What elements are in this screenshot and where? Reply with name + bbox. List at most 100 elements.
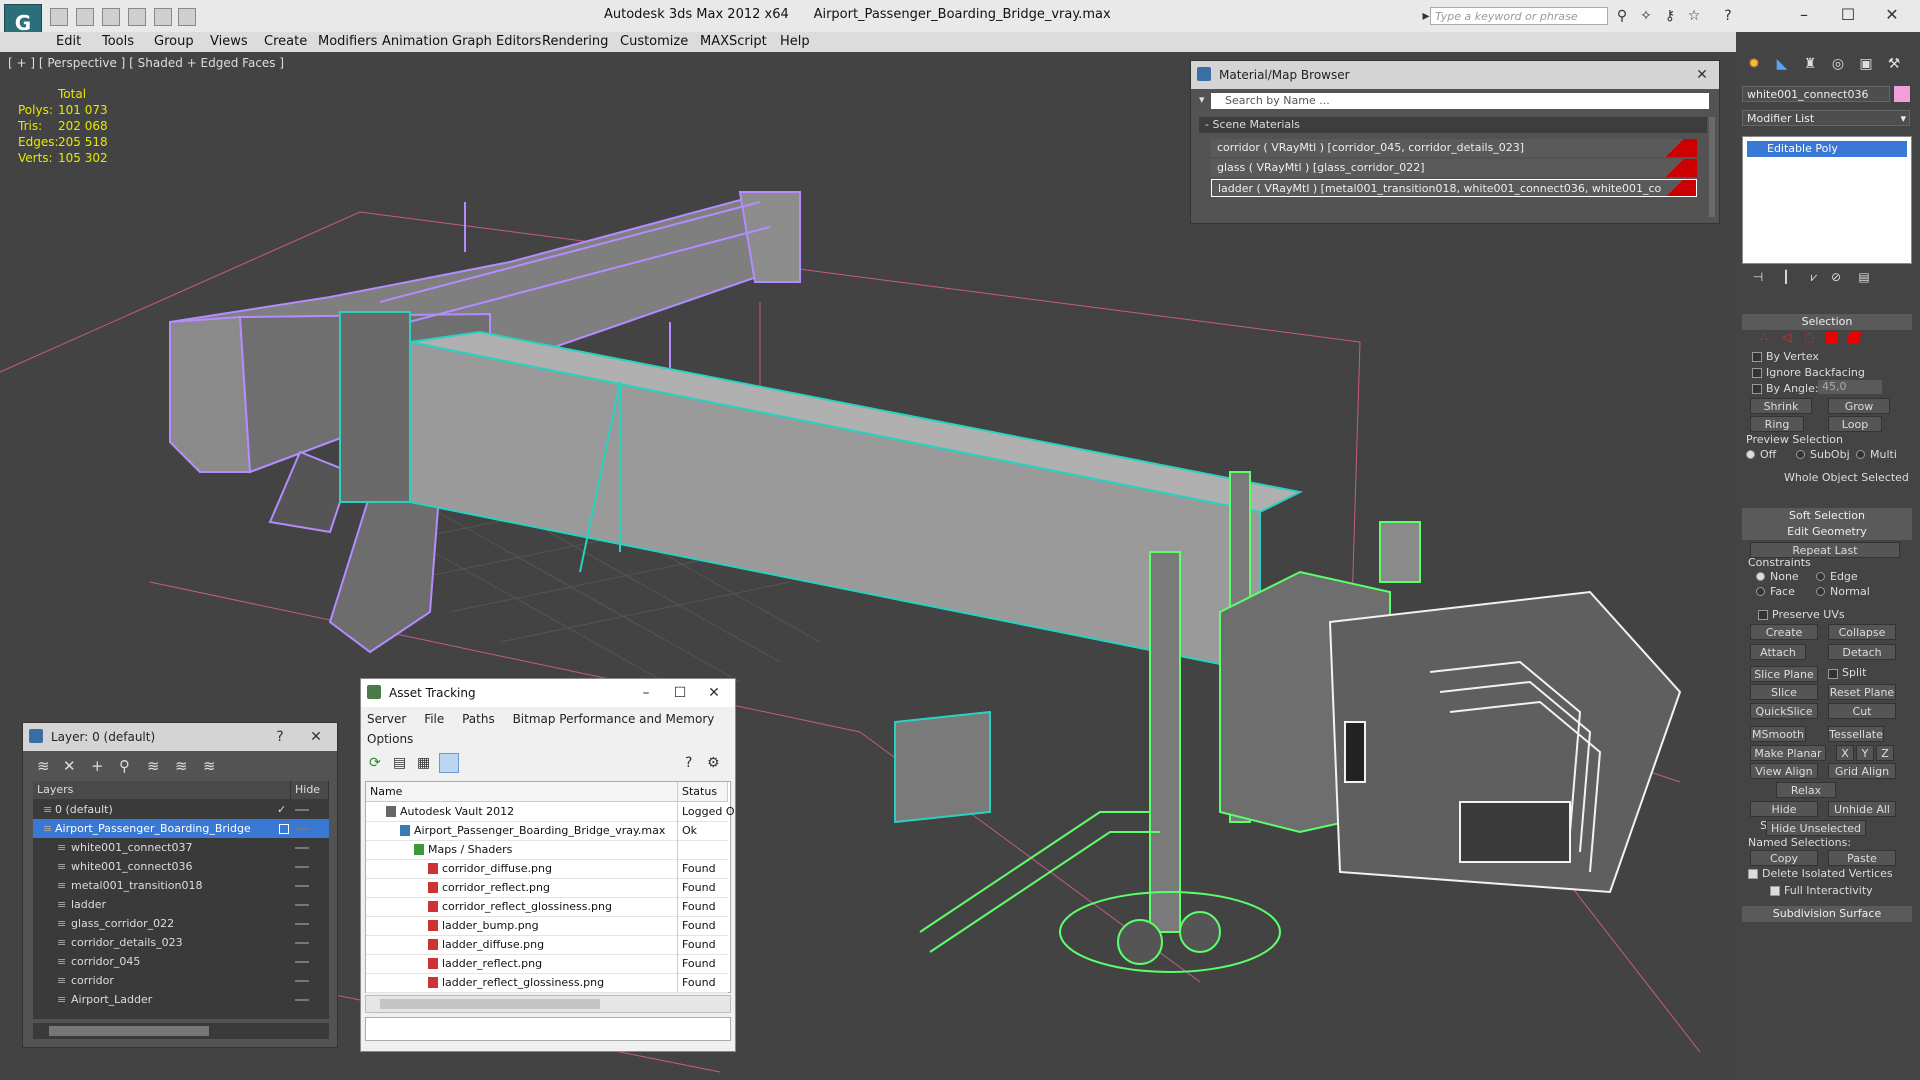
planar-x-button[interactable]: X xyxy=(1836,745,1854,761)
grow-button[interactable]: Grow xyxy=(1828,398,1890,414)
asset-horizontal-scrollbar[interactable] xyxy=(365,995,731,1013)
asset-row[interactable]: ladder_reflect_glossiness.png Found xyxy=(366,973,728,993)
save-file-icon[interactable] xyxy=(76,8,94,26)
delete-isolated-checkbox[interactable] xyxy=(1748,869,1758,879)
menu-group[interactable]: Group xyxy=(154,34,194,49)
element-mode-icon[interactable] xyxy=(1846,332,1862,344)
add-to-layer-icon[interactable]: + xyxy=(91,757,104,775)
hide-toggle[interactable] xyxy=(295,809,309,811)
make-unique-icon[interactable]: ⩗ xyxy=(1802,270,1826,290)
create-tab-icon[interactable]: ✹ xyxy=(1742,56,1766,76)
asset-tracking-titlebar[interactable]: Asset Tracking – ☐ ✕ xyxy=(361,679,735,707)
new-file-icon[interactable] xyxy=(102,8,120,26)
menu-animation[interactable]: Animation xyxy=(382,34,448,49)
by-angle-spinner[interactable]: 45,0 xyxy=(1818,380,1882,394)
layer-row[interactable]: ≡ glass_corridor_022 xyxy=(33,914,329,933)
soft-selection-rollout[interactable]: Soft Selection xyxy=(1742,508,1912,524)
undo-icon[interactable] xyxy=(128,8,146,26)
hide-toggle[interactable] xyxy=(295,942,309,944)
hide-selected-button[interactable]: Hide Selected xyxy=(1750,801,1818,832)
material-browser-titlebar[interactable]: Material/Map Browser ✕ xyxy=(1191,61,1719,89)
menu-maxscript[interactable]: MAXScript xyxy=(700,34,767,49)
hide-toggle[interactable] xyxy=(295,885,309,887)
make-planar-button[interactable]: Make Planar xyxy=(1750,745,1826,761)
polygon-mode-icon[interactable] xyxy=(1826,332,1838,344)
freeze-all-icon[interactable]: ≋ xyxy=(203,757,216,775)
collapse-button[interactable]: Collapse xyxy=(1828,624,1896,640)
layer-row[interactable]: ≡ ladder xyxy=(33,895,329,914)
asset-row[interactable]: Airport_Passenger_Boarding_Bridge_vray.m… xyxy=(366,821,728,841)
shrink-button[interactable]: Shrink xyxy=(1750,398,1812,414)
display-tab-icon[interactable]: ▣ xyxy=(1854,56,1878,76)
vertex-mode-icon[interactable]: ∴ xyxy=(1760,330,1768,344)
motion-tab-icon[interactable]: ◎ xyxy=(1826,56,1850,76)
modifier-list-dropdown[interactable]: Modifier List ▾ xyxy=(1742,110,1910,126)
loop-button[interactable]: Loop xyxy=(1828,416,1882,432)
communication-center-icon[interactable]: ✧ xyxy=(1638,8,1654,24)
minimize-button[interactable]: – xyxy=(631,679,661,707)
asset-row[interactable]: ladder_reflect.png Found xyxy=(366,954,728,974)
menu-customize[interactable]: Customize xyxy=(620,34,688,49)
paste-button[interactable]: Paste xyxy=(1828,850,1896,866)
cut-button[interactable]: Cut xyxy=(1828,703,1896,719)
menu-rendering[interactable]: Rendering xyxy=(542,34,608,49)
highlight-layer-icon[interactable]: ≋ xyxy=(147,757,160,775)
by-angle-checkbox[interactable] xyxy=(1752,384,1762,394)
constraint-face-radio[interactable] xyxy=(1756,587,1765,596)
menu-create[interactable]: Create xyxy=(264,34,307,49)
material-search-input[interactable]: Search by Name ... xyxy=(1211,93,1709,109)
utilities-tab-icon[interactable]: ⚒ xyxy=(1882,56,1906,76)
favorites-star-icon[interactable]: ☆ xyxy=(1686,8,1702,24)
hide-unselected-button[interactable]: Hide Unselected xyxy=(1766,820,1866,836)
object-color-swatch[interactable] xyxy=(1894,86,1910,102)
asset-row[interactable]: corridor_reflect.png Found xyxy=(366,878,728,898)
ring-button[interactable]: Ring xyxy=(1750,416,1804,432)
status-column-header[interactable]: Status xyxy=(678,782,728,802)
asset-row[interactable]: corridor_diffuse.png Found xyxy=(366,859,728,879)
layer-window-titlebar[interactable]: Layer: 0 (default) ? ✕ xyxy=(23,723,337,751)
refresh-icon[interactable]: ⟳ xyxy=(369,755,381,771)
material-item[interactable]: corridor ( VRayMtl ) [corridor_045, corr… xyxy=(1211,139,1697,157)
hide-toggle[interactable] xyxy=(295,847,309,849)
project-folder-icon[interactable] xyxy=(178,8,196,26)
viewport-label[interactable]: [ + ] [ Perspective ] [ Shaded + Edged F… xyxy=(8,56,284,70)
border-mode-icon[interactable]: ◌ xyxy=(1804,330,1814,344)
hide-all-icon[interactable]: ≋ xyxy=(175,757,188,775)
keyword-search-input[interactable]: Type a keyword or phrase xyxy=(1430,7,1608,25)
help-button[interactable]: ? xyxy=(265,723,295,751)
msmooth-button[interactable]: MSmooth xyxy=(1750,726,1806,742)
constraint-normal-radio[interactable] xyxy=(1816,587,1825,596)
edit-geometry-rollout[interactable]: Edit Geometry xyxy=(1742,524,1912,540)
modifier-stack[interactable]: Editable Poly xyxy=(1742,136,1912,264)
menu-modifiers[interactable]: Modifiers xyxy=(318,34,377,49)
asset-table[interactable]: Name Status Autodesk Vault 2012 Logged OA… xyxy=(365,781,735,993)
subdivision-surface-rollout[interactable]: Subdivision Surface xyxy=(1742,906,1912,922)
layer-row[interactable]: ≡ corridor_045 xyxy=(33,952,329,971)
open-file-icon[interactable] xyxy=(50,8,68,26)
grid-align-button[interactable]: Grid Align xyxy=(1828,763,1896,779)
asset-row[interactable]: corridor_reflect_glossiness.png Found xyxy=(366,897,728,917)
attach-button[interactable]: Attach xyxy=(1750,644,1806,660)
layer-horizontal-scrollbar[interactable] xyxy=(33,1023,329,1039)
menu-paths[interactable]: Paths xyxy=(462,712,495,726)
object-name-field[interactable]: white001_connect036 xyxy=(1742,86,1890,102)
table-view-icon[interactable] xyxy=(439,753,459,773)
scroll-thumb[interactable] xyxy=(49,1026,209,1036)
thumbnail-view-icon[interactable]: ▦ xyxy=(417,755,430,771)
constraint-none-radio[interactable] xyxy=(1756,572,1765,581)
menu-views[interactable]: Views xyxy=(210,34,248,49)
scene-materials-group[interactable]: - Scene Materials xyxy=(1199,117,1707,133)
layer-tree[interactable]: Layers Hide ≡ 0 (default) ✓ ≡ Airport_Passen… xyxy=(33,781,329,1019)
slice-button[interactable]: Slice xyxy=(1750,684,1818,700)
browser-options-icon[interactable]: ▾ xyxy=(1199,93,1205,106)
material-item[interactable]: ladder ( VRayMtl ) [metal001_transition0… xyxy=(1211,179,1697,197)
full-interactivity-checkbox[interactable] xyxy=(1770,886,1780,896)
unhide-all-button[interactable]: Unhide All xyxy=(1828,801,1896,817)
layer-row[interactable]: ≡ corridor_details_023 xyxy=(33,933,329,952)
material-browser-scrollbar[interactable] xyxy=(1709,117,1715,217)
menu-tools[interactable]: Tools xyxy=(102,34,134,49)
layer-row[interactable]: ≡ white001_connect037 xyxy=(33,838,329,857)
menu-edit[interactable]: Edit xyxy=(56,34,81,49)
preview-off-radio[interactable] xyxy=(1746,450,1755,459)
planar-y-button[interactable]: Y xyxy=(1856,745,1874,761)
